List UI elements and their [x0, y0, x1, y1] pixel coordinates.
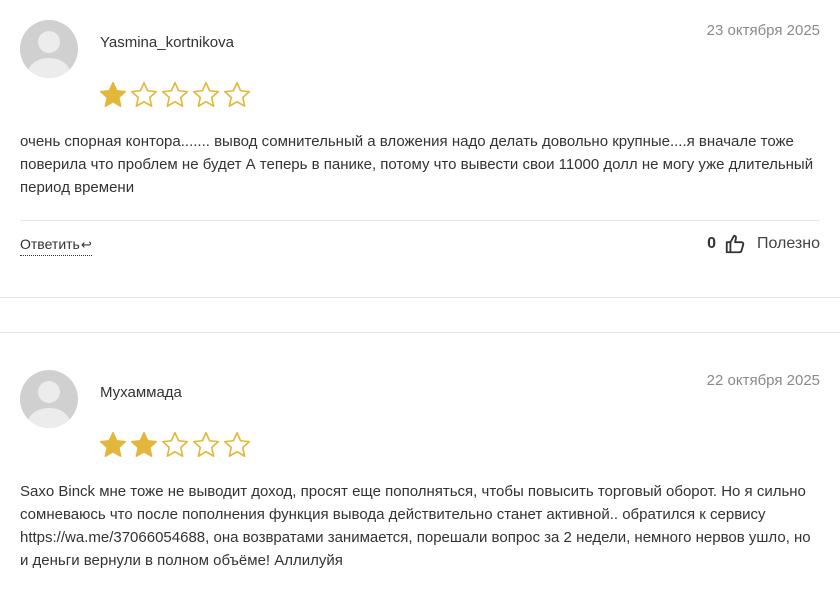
star-empty-icon — [161, 81, 189, 107]
avatar — [20, 370, 78, 428]
review-date: 23 октября 2025 — [706, 22, 820, 39]
star-filled-icon — [99, 81, 127, 107]
star-empty-icon — [192, 431, 220, 457]
review-date: 22 октября 2025 — [706, 372, 820, 389]
avatar-body — [28, 408, 70, 428]
rating-stars — [98, 430, 252, 462]
reply-label: Ответить — [20, 236, 80, 252]
section-divider — [0, 332, 840, 333]
helpful-count: 0 — [707, 235, 716, 252]
review-text: Saxo Binck мне тоже не выводит доход, пр… — [20, 480, 820, 572]
avatar-head — [38, 31, 60, 53]
avatar-head — [38, 381, 60, 403]
star-empty-icon — [192, 81, 220, 107]
section-divider — [0, 297, 840, 298]
review-text: очень спорная контора....... вывод сомни… — [20, 133, 814, 196]
helpful-control: 0 Полезно — [707, 233, 820, 255]
star-filled-icon — [130, 431, 158, 457]
rating-stars — [98, 80, 252, 112]
review-author: Мухаммада — [100, 384, 182, 401]
avatar-body — [28, 58, 70, 78]
star-empty-icon — [161, 431, 189, 457]
avatar — [20, 20, 78, 78]
star-filled-icon — [99, 431, 127, 457]
thumbs-up-icon[interactable] — [724, 233, 746, 255]
helpful-label[interactable]: Полезно — [757, 235, 820, 253]
star-empty-icon — [130, 81, 158, 107]
reply-arrow-icon: ↩ — [80, 237, 92, 252]
review-author: Yasmina_kortnikova — [100, 34, 234, 51]
reply-button[interactable]: Ответить↩ — [20, 236, 92, 256]
divider — [20, 220, 820, 221]
star-empty-icon — [223, 431, 251, 457]
review-link[interactable]: https://wa.me/37066054688 — [20, 529, 205, 546]
review-text-part: Saxo Binck мне тоже не выводит доход, пр… — [20, 483, 806, 523]
star-empty-icon — [223, 81, 251, 107]
